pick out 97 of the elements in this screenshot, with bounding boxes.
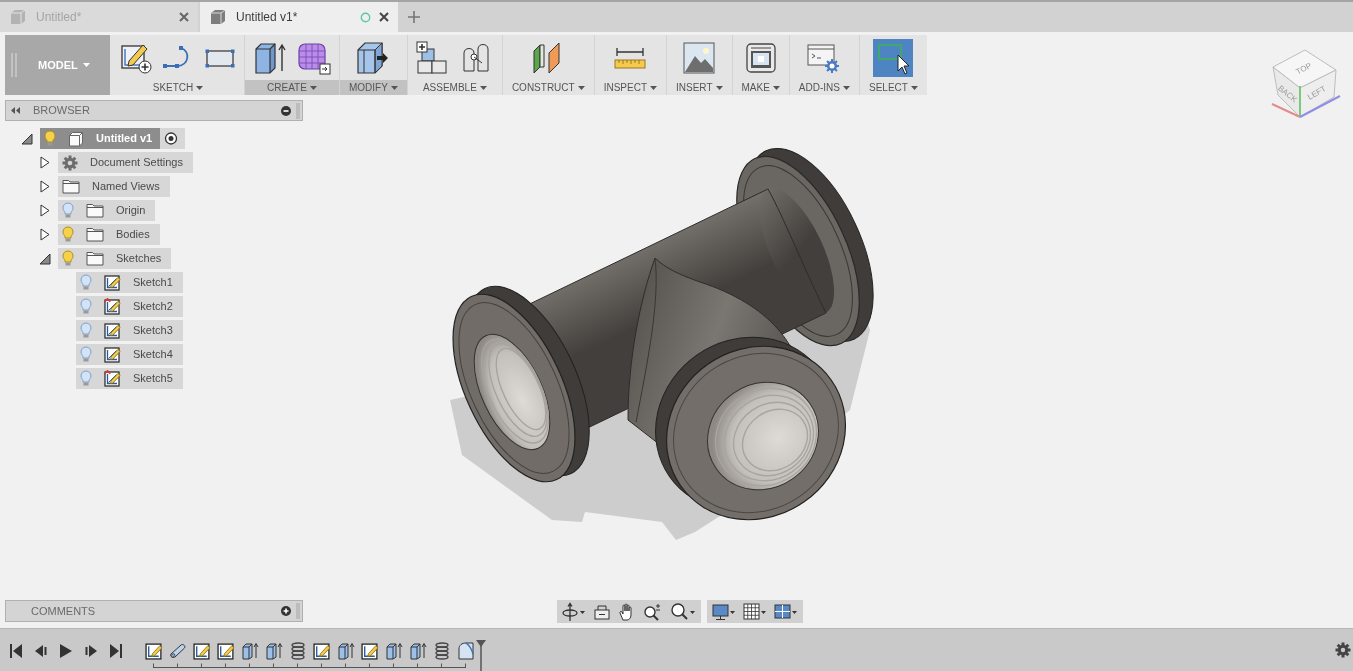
menu-button[interactable]: MAKE: [732, 80, 789, 95]
menu-button[interactable]: MODIFY: [340, 80, 407, 95]
caret-icon: [650, 85, 657, 90]
menu-button[interactable]: CREATE: [245, 80, 339, 95]
caret-icon: [309, 85, 317, 90]
step-forward-icon[interactable]: [84, 643, 98, 659]
grid-cube-icon[interactable]: [297, 40, 331, 75]
skip-start-icon[interactable]: [9, 643, 23, 659]
zoom-icon[interactable]: [670, 601, 696, 622]
cubes-plus-icon[interactable]: [415, 40, 450, 75]
settings-icon[interactable]: [1335, 642, 1351, 658]
cube-arrow-icon[interactable]: [253, 40, 287, 75]
cube-icon: [210, 9, 226, 25]
menu-button[interactable]: INSPECT: [594, 80, 666, 95]
tree-item[interactable]: Sketch1: [76, 272, 183, 293]
radio-icon[interactable]: [160, 128, 186, 149]
gear-icon: [62, 154, 78, 171]
cube-face-label: TOP: [1294, 61, 1314, 77]
pencil-square-icon[interactable]: [145, 642, 163, 660]
pencil-square-icon[interactable]: [217, 642, 235, 660]
cube-icon: [68, 130, 84, 147]
menu-button[interactable]: SELECT: [860, 80, 927, 95]
menu-button[interactable]: SKETCH: [112, 80, 244, 95]
caret-icon: [772, 85, 780, 90]
panel-title: BROWSER: [33, 103, 90, 119]
plus-circle-icon[interactable]: [281, 606, 291, 616]
mountain-image-icon[interactable]: [683, 41, 716, 74]
tree-item[interactable]: Sketch5: [76, 368, 183, 389]
menu-button[interactable]: ADD-INS: [789, 80, 859, 95]
caret-icon: [843, 85, 850, 90]
tree-item[interactable]: Document Settings: [58, 152, 193, 173]
tree-item[interactable]: Sketches: [58, 248, 172, 269]
menu-button[interactable]: INSERT: [667, 80, 732, 95]
pencil-square-icon[interactable]: [313, 642, 331, 660]
tree-item[interactable]: Bodies: [58, 224, 160, 245]
tree-toggle-icon[interactable]: [40, 180, 50, 193]
tree-item[interactable]: Untitled v1: [40, 128, 161, 149]
zoom-window-icon[interactable]: [643, 602, 663, 621]
skip-end-icon[interactable]: [109, 643, 123, 659]
cube-arrow-icon[interactable]: [337, 642, 355, 660]
caret-icon: [910, 85, 918, 90]
panel-title: COMMENTS: [31, 603, 96, 619]
cube-arrow-icon[interactable]: [409, 642, 427, 660]
folder-icon: [62, 179, 80, 194]
tube-icon[interactable]: [169, 642, 187, 660]
grip-icon[interactable]: [11, 53, 17, 77]
tree-toggle-icon[interactable]: [40, 204, 50, 217]
coil-icon[interactable]: [289, 642, 307, 660]
step-back-icon[interactable]: [34, 643, 48, 659]
tree-item[interactable]: Sketch3: [76, 320, 183, 341]
cube-arrow-icon[interactable]: [241, 642, 259, 660]
cube-arrow-icon[interactable]: [265, 642, 283, 660]
menu-button[interactable]: ASSEMBLE: [407, 80, 502, 95]
caret-icon: [715, 85, 723, 90]
tree-item[interactable]: Sketch2: [76, 296, 183, 317]
minus-circle-icon[interactable]: [281, 105, 291, 116]
tree-item[interactable]: Named Views: [58, 176, 170, 197]
tree-toggle-icon[interactable]: [21, 132, 33, 145]
caret-icon: [196, 85, 204, 90]
folder-icon: [86, 227, 104, 242]
close-icon[interactable]: [379, 12, 389, 22]
folder-icon: [86, 251, 104, 266]
cube-icon: [10, 9, 26, 25]
pencil-square-icon[interactable]: [361, 642, 379, 660]
printer-icon[interactable]: [744, 41, 777, 74]
caret-icon: [390, 85, 398, 90]
axis-triad-drawing: [1271, 85, 1341, 118]
viewports-icon[interactable]: [774, 602, 798, 621]
plus-icon[interactable]: [408, 11, 420, 23]
look-at-icon[interactable]: [593, 602, 611, 621]
play-icon[interactable]: [59, 643, 73, 659]
tree-toggle-icon[interactable]: [39, 252, 51, 265]
grid-icon[interactable]: [743, 602, 767, 621]
folder-icon: [86, 203, 104, 218]
caret-icon: [82, 63, 90, 67]
caret-icon: [479, 85, 487, 90]
caret-icon: [577, 85, 585, 90]
monitor-icon[interactable]: [712, 602, 736, 621]
ruler-icon[interactable]: [613, 45, 648, 70]
cube-push-icon[interactable]: [356, 40, 391, 75]
coil-icon[interactable]: [433, 642, 451, 660]
tree-toggle-icon[interactable]: [40, 228, 50, 241]
status-ring-icon: [360, 11, 371, 23]
cursor-select-icon[interactable]: [873, 38, 914, 77]
timeline-marker-icon[interactable]: [476, 640, 486, 671]
orbit-icon[interactable]: [562, 601, 586, 622]
tree-item[interactable]: Sketch4: [76, 344, 183, 365]
cube-arrow-icon[interactable]: [385, 642, 403, 660]
tree-item[interactable]: Origin: [58, 200, 156, 221]
tab[interactable]: Untitled v1*: [200, 2, 398, 32]
rounded-block-icon[interactable]: [457, 642, 475, 660]
tree-toggle-icon[interactable]: [40, 156, 50, 169]
menu-button[interactable]: CONSTRUCT: [502, 80, 594, 95]
close-icon[interactable]: [179, 12, 189, 22]
window-gear-icon[interactable]: [807, 41, 842, 74]
double-arrow-icon[interactable]: [11, 107, 20, 114]
pencil-square-icon[interactable]: [193, 642, 211, 660]
